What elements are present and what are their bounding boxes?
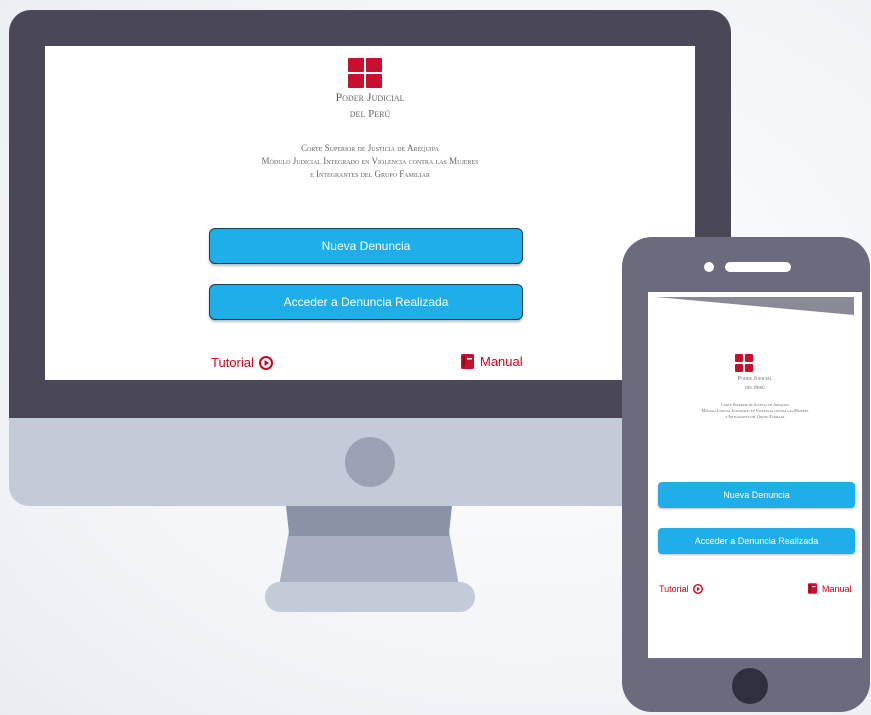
pj-logo-icon [735, 354, 753, 372]
book-icon [808, 583, 817, 594]
manual-link[interactable]: Manual [808, 583, 852, 594]
new-complaint-button[interactable]: Nueva Denuncia [658, 482, 855, 508]
book-icon [461, 354, 474, 369]
court-line3: e Integrantes del Grupo Familiar [310, 169, 430, 179]
court-line2: Módulo Judicial Integrado en Violencia c… [261, 156, 479, 166]
org-name-line2: del Perú [349, 108, 391, 120]
monitor-stand-base [265, 582, 475, 612]
access-complaint-button[interactable]: Acceder a Denuncia Realizada [209, 284, 523, 320]
manual-label: Manual [822, 583, 852, 594]
pj-logo-icon [348, 58, 382, 88]
play-circle-icon [258, 355, 273, 370]
org-name-line2: del Perú [745, 386, 765, 391]
new-complaint-button[interactable]: Nueva Denuncia [209, 228, 523, 264]
court-description: Corte Superior de Justicia de Arequipa M… [45, 142, 695, 181]
desktop-screen: Poder Judicial del Perú Corte Superior d… [45, 46, 695, 380]
court-description: Corte Superior de Justicia de Arequipa M… [648, 402, 862, 420]
monitor-stand-shadow [286, 506, 452, 536]
manual-label: Manual [480, 354, 523, 369]
play-circle-icon [692, 584, 703, 594]
manual-link[interactable]: Manual [461, 354, 523, 369]
phone-speaker [725, 262, 791, 272]
phone-screen: Poder Judicial del Perú Corte Superior d… [648, 292, 862, 658]
phone-camera [704, 262, 714, 272]
org-name-line1: Poder Judicial [737, 376, 773, 382]
tutorial-link[interactable]: Tutorial [211, 355, 273, 370]
court-line1: Corte Superior de Justicia de Arequipa [301, 143, 439, 153]
phone-home-button [732, 668, 768, 704]
monitor-power-button [345, 437, 395, 487]
access-complaint-button[interactable]: Acceder a Denuncia Realizada [658, 528, 855, 554]
tutorial-link[interactable]: Tutorial [659, 584, 703, 594]
tutorial-label: Tutorial [659, 584, 689, 594]
org-name-line1: Poder Judicial [335, 90, 405, 104]
tutorial-label: Tutorial [211, 355, 254, 370]
phone-top-bar [656, 297, 854, 315]
court-line3: e Integrantes del Grupo Familiar [725, 414, 785, 419]
